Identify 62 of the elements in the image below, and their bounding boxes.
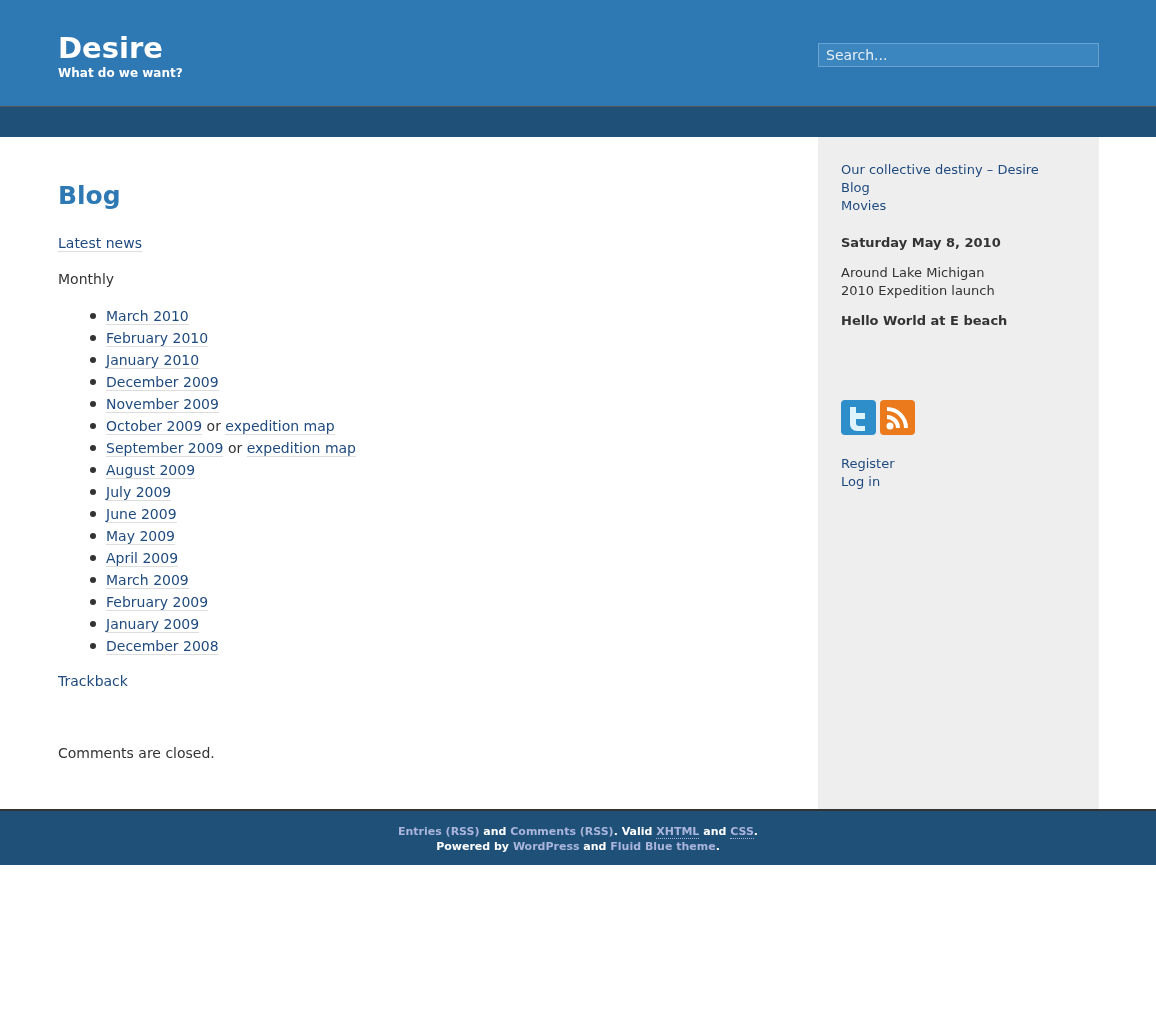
archive-link[interactable]: April 2009 bbox=[106, 550, 179, 567]
page-link[interactable]: Movies bbox=[841, 197, 887, 215]
footer-link[interactable]: Fluid Blue theme bbox=[610, 840, 716, 853]
archive-link[interactable]: March 2010 bbox=[106, 308, 189, 325]
footer-link[interactable]: Comments (RSS) bbox=[510, 825, 614, 838]
latest-news-link[interactable]: Latest news bbox=[58, 235, 142, 252]
archive-link[interactable]: expedition map bbox=[225, 418, 335, 435]
page-title: Blog bbox=[58, 181, 122, 211]
archive-link[interactable]: December 2009 bbox=[106, 374, 219, 391]
bullet-icon bbox=[90, 335, 96, 341]
date-heading: Saturday May 8, 2010 bbox=[841, 235, 1002, 250]
archive-link[interactable]: December 2008 bbox=[106, 638, 219, 655]
archive-link[interactable]: November 2009 bbox=[106, 396, 219, 413]
meta-link[interactable]: Log in bbox=[841, 473, 881, 491]
archive-link[interactable]: September 2009 bbox=[106, 440, 224, 457]
footer-abbr: CSS bbox=[730, 825, 754, 839]
connector-text: or bbox=[227, 440, 243, 456]
post-title: 2010 Expedition launch bbox=[841, 282, 996, 300]
archive-link[interactable]: October 2009 bbox=[106, 418, 203, 435]
archive-link[interactable]: March 2009 bbox=[106, 572, 189, 589]
archive-link[interactable]: January 2010 bbox=[106, 352, 200, 369]
search-field[interactable]: Search... bbox=[818, 43, 1099, 67]
footer-link[interactable]: Entries (RSS) bbox=[397, 825, 480, 838]
comments-note: Comments are closed. bbox=[58, 744, 216, 763]
page-link[interactable]: Blog bbox=[841, 179, 870, 197]
page-link[interactable]: Our collective destiny – Desire bbox=[841, 161, 1039, 179]
site-title[interactable]: Desire bbox=[58, 30, 183, 66]
bullet-icon bbox=[90, 489, 96, 495]
bullet-icon bbox=[90, 643, 96, 649]
archive-link[interactable]: January 2009 bbox=[106, 616, 200, 633]
bullet-icon bbox=[90, 621, 96, 627]
bullet-icon bbox=[90, 555, 96, 561]
archive-link[interactable]: expedition map bbox=[246, 440, 356, 457]
bullet-icon bbox=[90, 357, 96, 363]
section-label: Monthly bbox=[58, 270, 116, 289]
archive-link[interactable]: June 2009 bbox=[106, 506, 177, 523]
archive-link[interactable]: February 2010 bbox=[106, 330, 209, 347]
archive-link[interactable]: May 2009 bbox=[106, 528, 176, 545]
footer-abbr: XHTML bbox=[656, 825, 700, 839]
meta-link[interactable]: Register bbox=[841, 455, 895, 473]
footer-line: Entries (RSS) and Comments (RSS). Valid XHTML and CSS. bbox=[396, 824, 759, 839]
bullet-icon bbox=[90, 599, 96, 605]
trackback-link[interactable]: Trackback bbox=[58, 673, 128, 689]
archive-link[interactable]: July 2009 bbox=[106, 484, 172, 501]
bullet-icon bbox=[90, 533, 96, 539]
bullet-icon bbox=[90, 577, 96, 583]
bullet-icon bbox=[90, 467, 96, 473]
footer-line: Powered by WordPress and Fluid Blue theme. bbox=[435, 839, 721, 854]
bullet-icon bbox=[90, 445, 96, 451]
bullet-icon bbox=[90, 401, 96, 407]
archive-link[interactable]: February 2009 bbox=[106, 594, 209, 611]
bullet-icon bbox=[90, 379, 96, 385]
site-tagline: What do we want? bbox=[58, 66, 183, 80]
bullet-icon bbox=[90, 511, 96, 517]
bullet-icon bbox=[90, 313, 96, 319]
footer-link[interactable]: WordPress bbox=[512, 840, 580, 853]
archive-link[interactable]: August 2009 bbox=[106, 462, 196, 479]
post-title: Hello World at E beach bbox=[841, 312, 1009, 330]
post-title: Around Lake Michigan bbox=[841, 264, 986, 282]
connector-text: or bbox=[206, 418, 221, 434]
rss-icon[interactable] bbox=[880, 400, 915, 435]
bullet-icon bbox=[90, 423, 96, 429]
